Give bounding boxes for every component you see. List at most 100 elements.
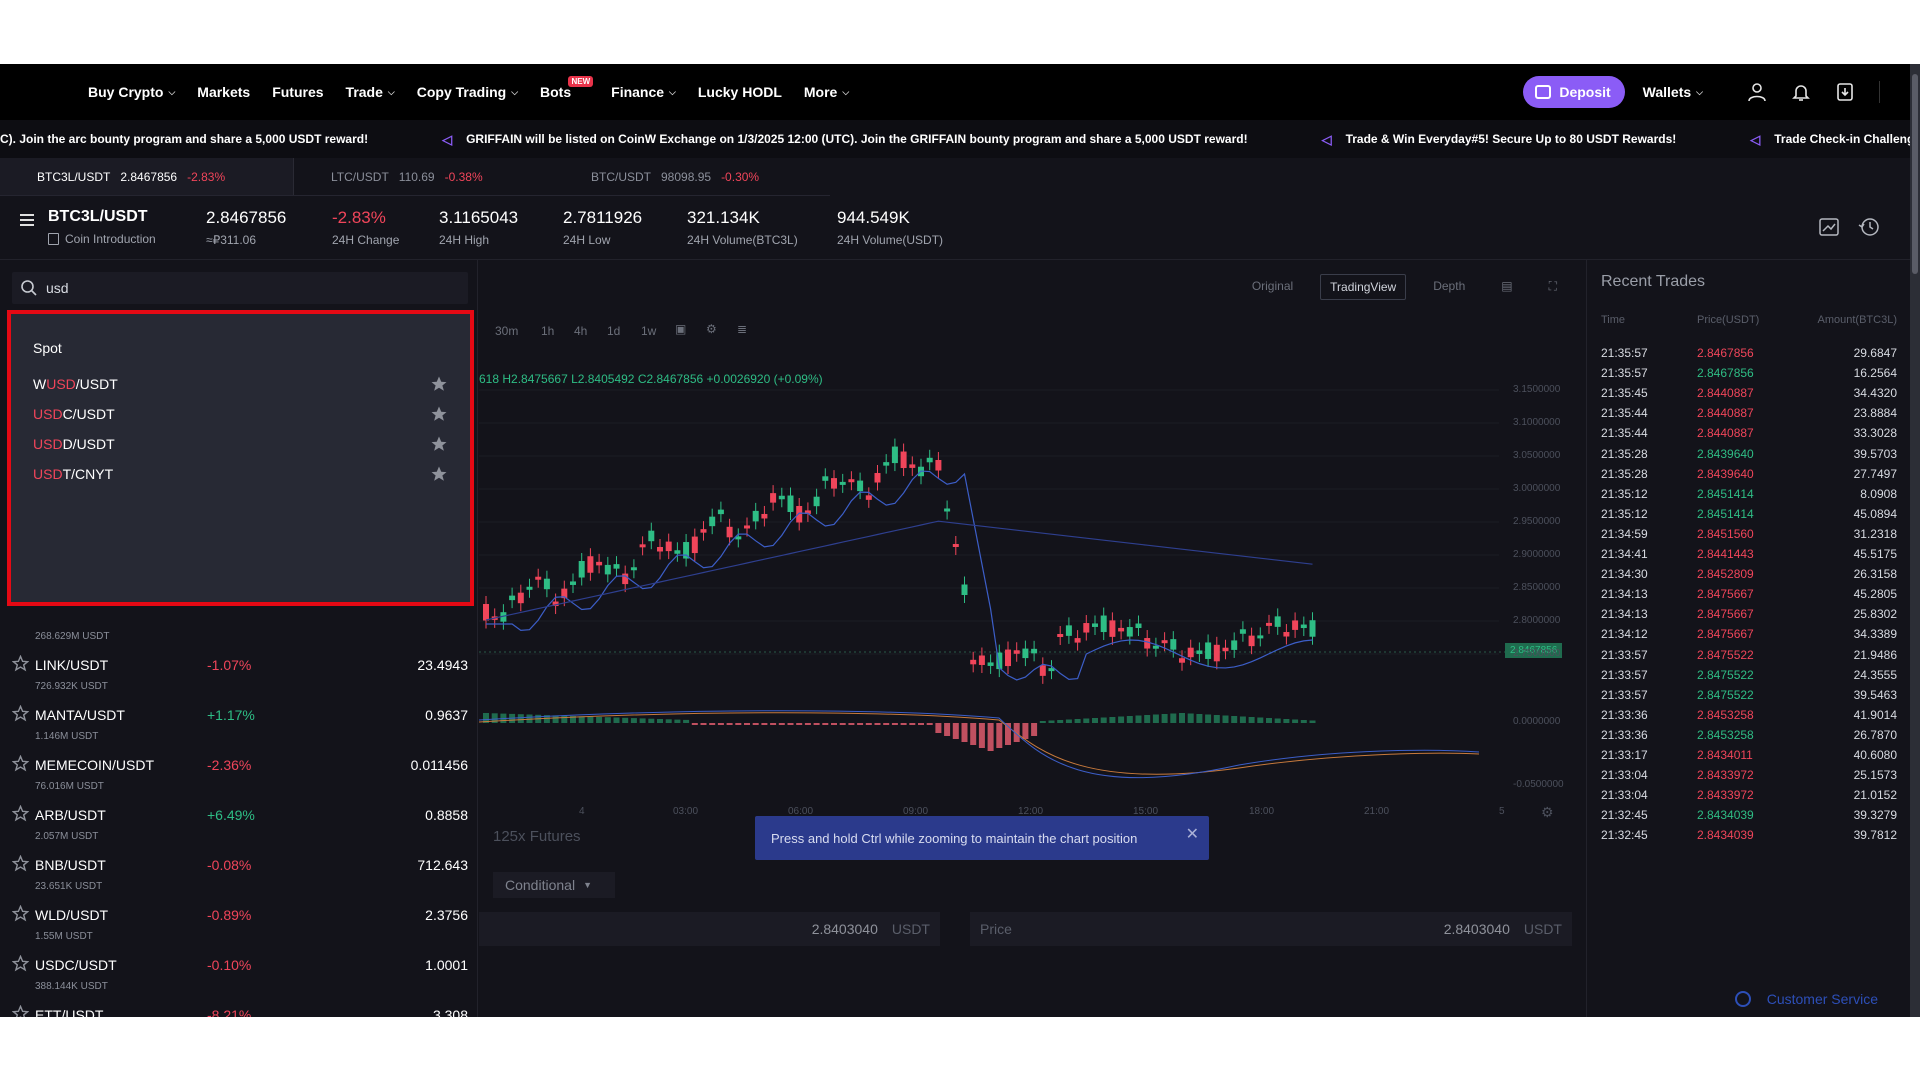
history-icon[interactable] xyxy=(1858,216,1880,238)
bell-icon[interactable] xyxy=(1789,80,1813,104)
search-result-item[interactable]: USDD/USDT xyxy=(33,429,448,459)
deposit-button[interactable]: Deposit xyxy=(1523,76,1625,108)
chart-settings-icon[interactable] xyxy=(1818,216,1840,238)
trade-price: 2.8475667 xyxy=(1697,627,1754,642)
nav-finance[interactable]: Finance ⌵ xyxy=(611,84,676,100)
macd-axis-label: -0.0500000 xyxy=(1513,779,1564,790)
conditional-dropdown[interactable]: Conditional ▼ xyxy=(493,872,615,898)
trade-amount: 16.2564 xyxy=(1853,366,1897,381)
nav-lucky-hodl[interactable]: Lucky HODL xyxy=(698,84,782,100)
trade-row: 21:35:12 2.8451414 45.0894 xyxy=(1601,507,1897,527)
market-row[interactable]: WLD/USDT -0.89% 2.3756 1.55M USDT xyxy=(0,895,477,945)
trade-price: 2.8434039 xyxy=(1697,828,1754,843)
candle xyxy=(691,528,698,562)
trigger-price-input[interactable]: 2.8403040 USDT xyxy=(479,912,940,946)
chart-settings-gear-icon[interactable]: ⚙ xyxy=(1541,804,1554,821)
market-list-panel: Spot WUSD/USDT USDC/USDT USDD/USDTUSDT/CNY… xyxy=(0,260,478,1017)
candle xyxy=(1205,634,1212,667)
result-suffix: C/USDT xyxy=(62,406,115,422)
change-label: 24H Change xyxy=(332,233,400,247)
star-outline-icon[interactable] xyxy=(11,754,30,772)
candle xyxy=(1222,639,1229,660)
star-outline-icon[interactable] xyxy=(11,654,30,672)
star-icon[interactable] xyxy=(430,405,448,423)
star-outline-icon[interactable] xyxy=(11,954,30,972)
market-row[interactable]: ARB/USDT +6.49% 0.8858 2.057M USDT xyxy=(0,795,477,845)
candle xyxy=(1092,615,1098,635)
price-input[interactable]: Price 2.8403040 USDT xyxy=(970,912,1572,946)
close-icon[interactable]: ✕ xyxy=(1186,824,1199,844)
nav-markets[interactable]: Markets xyxy=(197,84,250,100)
market-row[interactable]: BNB/USDT -0.08% 712.643 23.651K USDT xyxy=(0,845,477,895)
trade-price: 2.8440887 xyxy=(1697,386,1754,401)
search-result-item[interactable]: USDC/USDT xyxy=(33,399,448,429)
star-outline-icon[interactable] xyxy=(11,904,30,922)
trade-row: 21:35:57 2.8467856 29.6847 xyxy=(1601,346,1897,366)
star-outline-icon[interactable] xyxy=(11,704,30,722)
star-outline-icon[interactable] xyxy=(11,854,30,872)
ticker-message[interactable]: C). Join the arc bounty program and shar… xyxy=(0,132,368,146)
market-row[interactable]: LINK/USDT -1.07% 23.4943 726.932K USDT xyxy=(0,645,477,695)
pair-tab-ltc-usdt[interactable]: LTC/USDT 110.69 -0.38% xyxy=(294,158,554,195)
nav-copy-trading-label: Copy Trading xyxy=(416,84,507,100)
star-icon[interactable] xyxy=(430,375,448,393)
market-row[interactable]: ETT/USDT -8.21% 3.308 xyxy=(0,995,477,1017)
trade-amount: 40.6080 xyxy=(1853,748,1897,762)
pair-tab-price: 2.8467856 xyxy=(120,169,178,184)
download-icon[interactable] xyxy=(1833,80,1857,104)
nav-buy-crypto[interactable]: Buy Crypto ⌵ xyxy=(88,84,175,100)
col-amount: Amount(BTC3L) xyxy=(1817,314,1897,326)
price-axis-label: 2.9000000 xyxy=(1513,549,1561,560)
ticker-message[interactable]: ◁ GRIFFAIN will be listed on CoinW Exchan… xyxy=(442,132,1247,147)
search-input[interactable] xyxy=(46,280,446,296)
market-price: 3.308 xyxy=(432,1007,468,1017)
candle xyxy=(952,536,959,555)
pair-tab-btc-usdt[interactable]: BTC/USDT 98098.95 -0.30% xyxy=(554,158,814,195)
price-input-value: 2.8403040 xyxy=(1443,921,1510,937)
pair-tab-btc3l-usdt[interactable]: BTC3L/USDT 2.8467856 -2.83% xyxy=(0,158,294,195)
star-icon[interactable] xyxy=(430,435,448,453)
user-icon[interactable] xyxy=(1745,80,1769,104)
search-result-name: USDC/USDT xyxy=(33,406,115,422)
search-result-item[interactable]: WUSD/USDT xyxy=(33,369,448,399)
pair-header: BTC3L/USDT Coin Introduction 2.8467856 ≈… xyxy=(0,196,1920,260)
ticker-message[interactable]: ◁ Trade & Win Everyday#5! Secure Up to 80… xyxy=(1322,132,1677,147)
market-change: -0.89% xyxy=(207,907,252,923)
candle xyxy=(683,534,690,567)
trade-price: 2.8451414 xyxy=(1697,486,1754,501)
futures-tab[interactable]: 125x Futures xyxy=(493,828,581,845)
pair-symbol[interactable]: BTC3L/USDT xyxy=(48,208,156,226)
coin-introduction-link[interactable]: Coin Introduction xyxy=(48,232,156,246)
trade-amount: 45.2805 xyxy=(1853,587,1897,602)
search-result-item[interactable]: USDT/CNYT xyxy=(33,459,448,489)
nav-more[interactable]: More ⌵ xyxy=(804,84,849,100)
low-value: 2.7811926 xyxy=(563,208,643,227)
market-row[interactable]: MANTA/USDT +1.17% 0.9637 1.146M USDT xyxy=(0,695,477,745)
trade-time: 21:32:45 xyxy=(1601,828,1648,843)
candle xyxy=(796,497,803,531)
nav-bots[interactable]: Bots NEW xyxy=(540,76,594,100)
ticker-message[interactable]: ◁ Trade Check-in Challenge | Iss xyxy=(1750,132,1920,147)
dropdown-section-spot: Spot xyxy=(33,340,62,356)
candlestick-chart[interactable] xyxy=(479,260,1586,820)
star-outline-icon[interactable] xyxy=(11,804,30,822)
nav-trade[interactable]: Trade ⌵ xyxy=(346,84,395,100)
recent-trades-panel: Recent Trades Time Price(USDT) Amount(BT… xyxy=(1586,260,1906,1017)
trade-row: 21:33:04 2.8433972 25.1573 xyxy=(1601,768,1897,788)
market-row[interactable]: MEMECOIN/USDT -2.36% 0.011456 76.016M USDT xyxy=(0,745,477,795)
candle xyxy=(987,654,994,674)
page-scrollbar[interactable] xyxy=(1910,64,1920,1017)
trade-amount: 31.2318 xyxy=(1853,526,1897,541)
star-icon[interactable] xyxy=(430,465,448,483)
nav-futures[interactable]: Futures xyxy=(272,84,323,100)
nav-copy-trading[interactable]: Copy Trading ⌵ xyxy=(417,84,518,100)
candle xyxy=(813,488,820,515)
menu-icon[interactable] xyxy=(20,214,34,226)
candle xyxy=(831,470,837,497)
wallets-menu[interactable]: Wallets ⌵ xyxy=(1643,84,1703,100)
star-outline-icon[interactable] xyxy=(11,1004,30,1017)
customer-service-button[interactable]: Customer Service xyxy=(1734,991,1878,1007)
market-price: 2.3756 xyxy=(425,907,468,923)
market-row[interactable]: USDC/USDT -0.10% 1.0001 388.144K USDT xyxy=(0,945,477,995)
scrollbar-thumb[interactable] xyxy=(1912,74,1918,274)
